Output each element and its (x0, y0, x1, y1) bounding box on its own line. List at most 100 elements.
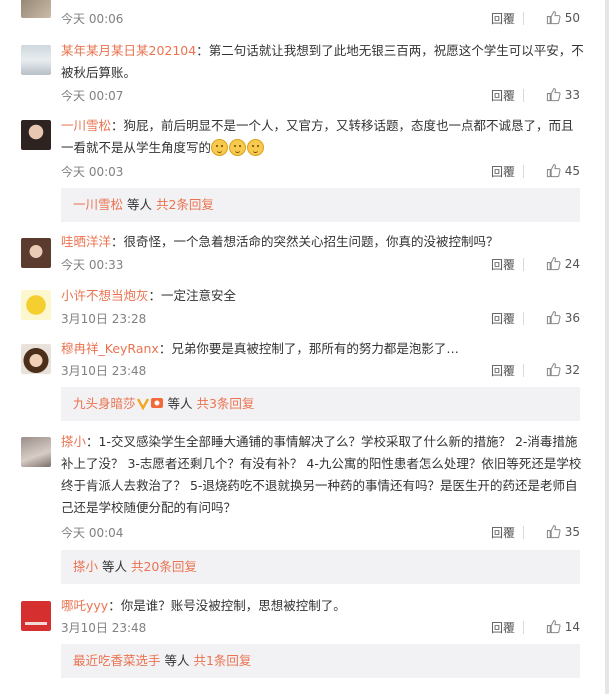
divider (523, 165, 524, 178)
comment-meta: 今天 00:06 回覆 50 (61, 10, 586, 28)
divider (523, 258, 524, 271)
comment-text: 某年某月某日某202104：第二句话就让我想到了此地无银三百两，祝愿这个学生可以… (61, 43, 584, 80)
reply-button[interactable]: 回覆 (491, 87, 515, 104)
divider (523, 12, 524, 25)
comment-text: 哪吒yyy：你是谁？账号没被控制，思想被控制了。 (61, 598, 346, 613)
thumbs-up-icon (546, 525, 561, 539)
comment-time: 3月10日 23:28 (61, 312, 147, 326)
comment-time: 3月10日 23:48 (61, 621, 147, 635)
comment-text: 搽小：1-交叉感染学生全部睡大通铺的事情解决了么？学校采取了什么新的措施？ 2-… (61, 434, 582, 515)
sub-reply-count[interactable]: 共2条回复 (156, 197, 214, 212)
sub-reply-count[interactable]: 共1条回复 (193, 653, 251, 668)
comment-meta: 3月10日 23:48 回覆 14 (61, 619, 586, 637)
comment-time: 今天 00:04 (61, 526, 124, 540)
comment-username[interactable]: 搽小 (61, 434, 86, 449)
avatar[interactable] (21, 238, 51, 268)
comment-meta: 今天 00:07 回覆 33 (61, 87, 586, 105)
thumbs-up-icon (546, 11, 561, 25)
comment-body: 一定注意安全 (161, 288, 237, 303)
thumbs-up-icon (546, 257, 561, 271)
sub-reply-summary[interactable]: 最近吃香菜选手 等人 共1条回复 (61, 644, 580, 678)
avatar[interactable] (21, 0, 51, 18)
divider (523, 89, 524, 102)
thumbs-up-icon (546, 620, 561, 634)
like-count: 24 (564, 257, 580, 271)
thumbs-up-icon (546, 164, 561, 178)
comment-username[interactable]: 某年某月某日某202104 (61, 43, 196, 58)
scrollbar-edge (605, 0, 609, 694)
like-button[interactable]: 35 (546, 524, 580, 539)
comment-time: 今天 00:33 (61, 258, 124, 272)
comment-body: 你是谁？账号没被控制，思想被控制了。 (120, 598, 346, 613)
like-count: 50 (564, 11, 580, 25)
comment-time: 今天 00:03 (61, 165, 124, 179)
comment-body: 很奇怪，一个急着想活命的突然关心招生问题，你真的没被控制吗？ (123, 234, 499, 249)
comment-username[interactable]: 小许不想当炮灰 (61, 288, 149, 303)
sub-reply-user[interactable]: 最近吃香菜选手 (73, 653, 161, 668)
divider (523, 312, 524, 325)
comment-meta: 今天 00:33 回覆 24 (61, 256, 586, 274)
like-count: 14 (564, 620, 580, 634)
like-button[interactable]: 50 (546, 10, 580, 25)
sub-reply-summary[interactable]: 一川雪松 等人 共2条回复 (61, 188, 580, 222)
comment-time: 3月10日 23:48 (61, 364, 147, 378)
avatar[interactable] (21, 290, 51, 320)
comment-meta: 3月10日 23:48 回覆 32 (61, 362, 586, 380)
avatar[interactable] (21, 45, 51, 75)
sub-reply-count[interactable]: 共3条回复 (196, 396, 254, 411)
reply-button[interactable]: 回覆 (491, 256, 515, 273)
avatar[interactable] (21, 344, 51, 374)
avatar[interactable] (21, 437, 51, 467)
comment-text: 小许不想当炮灰：一定注意安全 (61, 288, 237, 303)
reply-button[interactable]: 回覆 (491, 10, 515, 27)
comment-meta: 今天 00:04 回覆 35 (61, 524, 586, 542)
reply-button[interactable]: 回覆 (491, 524, 515, 541)
sub-reply-user[interactable]: 搽小 (73, 559, 98, 574)
like-button[interactable]: 32 (546, 362, 580, 377)
divider (523, 621, 524, 634)
divider (523, 526, 524, 539)
sub-reply-summary[interactable]: 搽小 等人 共20条回复 (61, 550, 580, 584)
comment-username[interactable]: 穆冉祥_KeyRanx (61, 341, 159, 356)
reply-button[interactable]: 回覆 (491, 310, 515, 327)
like-count: 45 (564, 164, 580, 178)
reply-button[interactable]: 回覆 (491, 163, 515, 180)
thumbs-up-icon (546, 363, 561, 377)
emoji-icon (229, 139, 247, 156)
comment-text: 哇晒洋洋：很奇怪，一个急着想活命的突然关心招生问题，你真的没被控制吗？ (61, 234, 499, 249)
like-button[interactable]: 14 (546, 619, 580, 634)
sub-reply-user[interactable]: 一川雪松 (73, 197, 123, 212)
sub-reply-user[interactable]: 九头身暗莎 (73, 396, 136, 411)
comment-body: 兄弟你要是真被控制了，那所有的努力都是泡影了… (171, 341, 459, 356)
like-button[interactable]: 36 (546, 310, 580, 325)
like-button[interactable]: 33 (546, 87, 580, 102)
sub-reply-summary[interactable]: 九头身暗莎 等人 共3条回复 (61, 387, 580, 421)
like-button[interactable]: 45 (546, 163, 580, 178)
reply-button[interactable]: 回覆 (491, 362, 515, 379)
comment-body: 狗屁，前后明显不是一个人，又官方，又转移话题，态度也一点都不诚恳了，而且一看就不… (61, 118, 574, 155)
emoji-icon (211, 139, 229, 156)
like-button[interactable]: 24 (546, 256, 580, 271)
thumbs-up-icon (546, 311, 561, 325)
comment-username[interactable]: 一川雪松 (61, 118, 111, 133)
comment-text: 一川雪松：狗屁，前后明显不是一个人，又官方，又转移话题，态度也一点都不诚恳了，而… (61, 118, 574, 156)
comment-meta: 今天 00:03 回覆 45 (61, 163, 586, 181)
verified-v-icon (136, 389, 150, 411)
reply-button[interactable]: 回覆 (491, 619, 515, 636)
comment-time: 今天 00:06 (61, 12, 124, 26)
avatar[interactable] (21, 601, 51, 631)
comment-username[interactable]: 哪吒yyy (61, 598, 108, 613)
thumbs-up-icon (546, 88, 561, 102)
comment-username[interactable]: 哇晒洋洋 (61, 234, 111, 249)
comment-meta: 3月10日 23:28 回覆 36 (61, 310, 586, 328)
avatar[interactable] (21, 120, 51, 150)
divider (523, 364, 524, 377)
comment-body: 1-交叉感染学生全部睡大通铺的事情解决了么？学校采取了什么新的措施？ 2-消毒措… (61, 434, 582, 515)
comment-time: 今天 00:07 (61, 89, 124, 103)
comment-text: 穆冉祥_KeyRanx：兄弟你要是真被控制了，那所有的努力都是泡影了… (61, 341, 459, 356)
like-count: 32 (564, 363, 580, 377)
emoji-icon (247, 139, 265, 156)
member-badge-icon (150, 389, 164, 408)
like-count: 36 (564, 311, 580, 325)
sub-reply-count[interactable]: 共20条回复 (131, 559, 197, 574)
